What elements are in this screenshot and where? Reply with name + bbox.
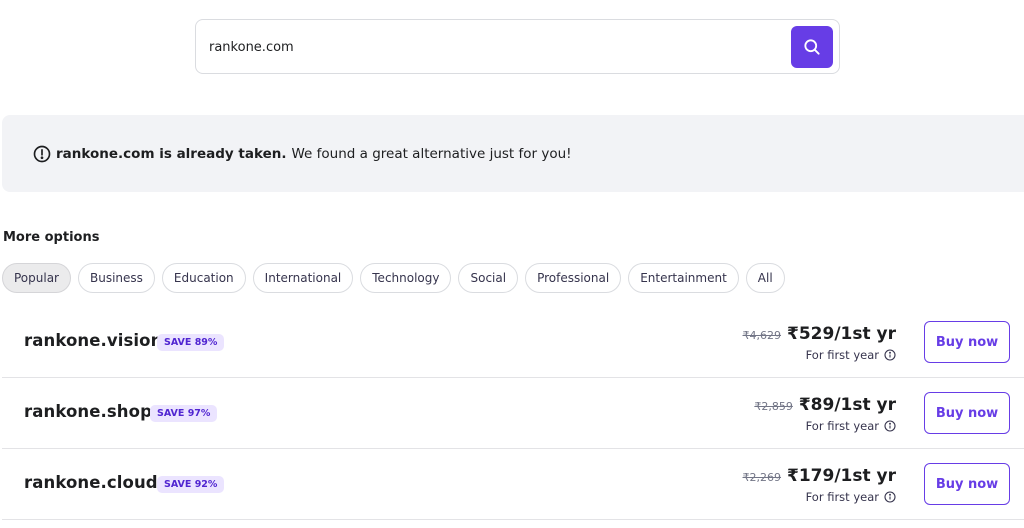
new-price: ₹179/1st yr bbox=[787, 466, 896, 486]
info-icon[interactable] bbox=[884, 491, 896, 503]
old-price: ₹4,629 bbox=[742, 329, 782, 342]
save-badge: SAVE 89% bbox=[157, 334, 225, 351]
exclamation-circle-icon bbox=[32, 144, 52, 164]
domain-results-list: rankone.vision SAVE 89% ₹4,629 ₹529/1st … bbox=[2, 307, 1024, 520]
chip-professional[interactable]: Professional bbox=[525, 263, 622, 293]
info-icon[interactable] bbox=[884, 420, 896, 432]
domain-name: rankone.vision bbox=[24, 331, 163, 350]
first-year-note: For first year bbox=[805, 348, 879, 362]
price-block: ₹4,629 ₹529/1st yr For first year bbox=[743, 324, 896, 362]
domain-search-input[interactable] bbox=[209, 34, 779, 60]
buy-now-button[interactable]: Buy now bbox=[924, 321, 1010, 363]
domain-result-row: rankone.vision SAVE 89% ₹4,629 ₹529/1st … bbox=[2, 307, 1024, 378]
chip-technology[interactable]: Technology bbox=[360, 263, 452, 293]
old-price: ₹2,859 bbox=[754, 400, 793, 413]
domain-search-bar bbox=[195, 19, 840, 74]
chip-international[interactable]: International bbox=[252, 263, 354, 293]
chip-business[interactable]: Business bbox=[78, 263, 155, 293]
first-year-note: For first year bbox=[805, 490, 879, 504]
buy-now-button[interactable]: Buy now bbox=[924, 392, 1010, 434]
chip-all[interactable]: All bbox=[745, 263, 785, 293]
old-price: ₹2,269 bbox=[742, 471, 782, 484]
price-block: ₹2,859 ₹89/1st yr For first year bbox=[754, 395, 896, 433]
buy-now-button[interactable]: Buy now bbox=[924, 463, 1010, 505]
info-icon[interactable] bbox=[884, 349, 896, 361]
first-year-note: For first year bbox=[805, 419, 879, 433]
price-block: ₹2,269 ₹179/1st yr For first year bbox=[743, 466, 896, 504]
save-badge: SAVE 97% bbox=[150, 405, 218, 422]
search-icon bbox=[804, 39, 820, 55]
chip-education[interactable]: Education bbox=[161, 263, 246, 293]
save-badge: SAVE 92% bbox=[157, 476, 225, 493]
category-chips: Popular Business Education International… bbox=[2, 263, 785, 293]
new-price: ₹89/1st yr bbox=[798, 395, 896, 415]
chip-popular[interactable]: Popular bbox=[2, 263, 71, 293]
domain-result-row: rankone.shop SAVE 97% ₹2,859 ₹89/1st yr … bbox=[2, 378, 1024, 449]
domain-name: rankone.cloud bbox=[24, 473, 158, 492]
chip-social[interactable]: Social bbox=[458, 263, 519, 293]
new-price: ₹529/1st yr bbox=[787, 324, 896, 344]
domain-taken-alert: rankone.com is already taken. We found a… bbox=[2, 115, 1024, 192]
search-button[interactable] bbox=[791, 26, 833, 68]
alert-text: We found a great alternative just for yo… bbox=[291, 145, 572, 162]
domain-name: rankone.shop bbox=[24, 402, 153, 421]
domain-result-row: rankone.cloud SAVE 92% ₹2,269 ₹179/1st y… bbox=[2, 449, 1024, 520]
more-options-title: More options bbox=[3, 230, 100, 245]
alert-strong-text: rankone.com is already taken. bbox=[56, 145, 287, 162]
chip-entertainment[interactable]: Entertainment bbox=[628, 263, 739, 293]
